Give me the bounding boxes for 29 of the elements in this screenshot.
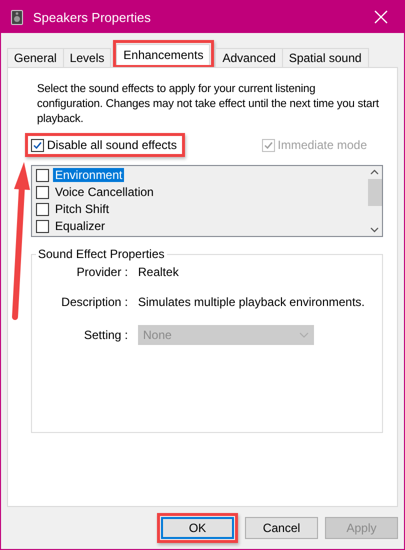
- window-title: Speakers Properties: [33, 10, 152, 24]
- tab[interactable]: Advanced: [215, 48, 283, 67]
- instruction-text: Select the sound effects to apply for your current listening configuration. Changes may not take effect until the next time you start playback.: [37, 82, 380, 127]
- dialog-button[interactable]: Cancel: [245, 517, 318, 539]
- tab[interactable]: Levels: [62, 48, 112, 67]
- property-value: Realtek: [138, 265, 180, 279]
- dialog-button[interactable]: OK: [161, 517, 234, 539]
- property-label: Description :: [60, 295, 128, 309]
- disable-effects-checkbox[interactable]: Disable all sound effects: [29, 137, 181, 153]
- group-title: Sound Effect Properties: [37, 247, 166, 261]
- check-icon: [33, 140, 42, 150]
- effect-item[interactable]: Environment: [53, 168, 124, 182]
- setting-label: Setting :: [82, 328, 128, 342]
- tab[interactable]: General: [7, 48, 64, 67]
- effect-checkbox[interactable]: [36, 202, 49, 216]
- effect-checkbox[interactable]: [36, 168, 49, 182]
- property-label: Provider :: [76, 265, 128, 279]
- effect-item[interactable]: Voice Cancellation: [53, 185, 156, 199]
- property-value: Simulates multiple playback environments.: [138, 295, 366, 309]
- tab[interactable]: Enhancements: [116, 44, 210, 65]
- check-icon: [264, 140, 273, 150]
- tab[interactable]: Spatial sound: [282, 48, 369, 67]
- effect-checkbox[interactable]: [36, 220, 49, 232]
- speaker-icon: [11, 10, 23, 24]
- effect-checkbox[interactable]: [36, 186, 49, 198]
- effect-item[interactable]: Equalizer: [53, 219, 108, 233]
- effect-item[interactable]: Pitch Shift: [53, 202, 112, 216]
- close-icon: [374, 10, 388, 24]
- caret-icon: [299, 332, 309, 338]
